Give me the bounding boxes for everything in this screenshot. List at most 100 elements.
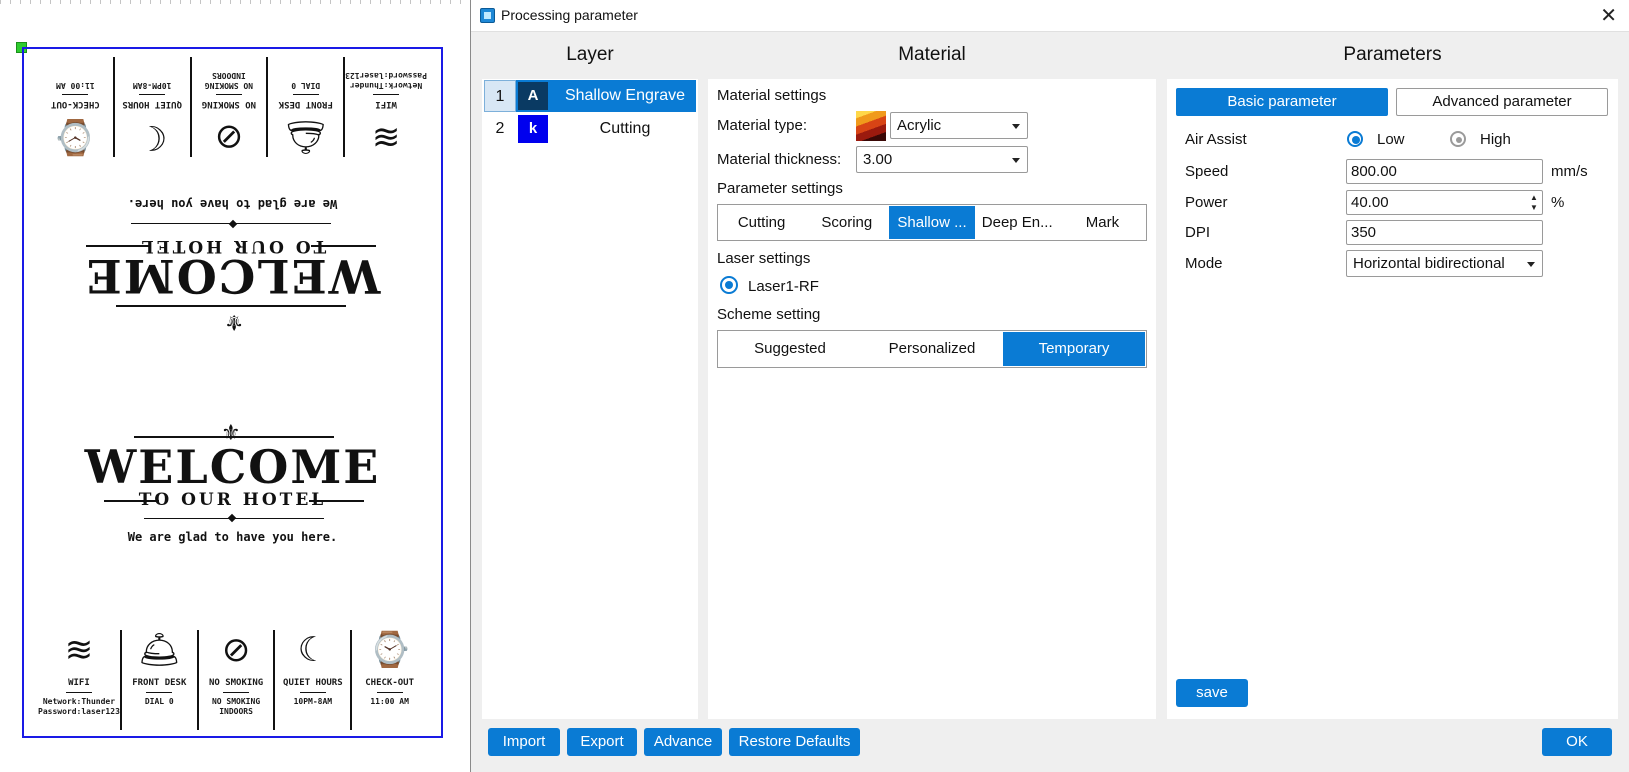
ornament-line: [134, 436, 334, 438]
layer-list: 1 A Shallow Engrave 2 k Cutting: [482, 79, 698, 719]
export-button[interactable]: Export: [567, 728, 637, 756]
power-input[interactable]: 40.00 ▲ ▼: [1346, 190, 1543, 215]
door-clock-icon: ⌚: [368, 631, 411, 669]
layer-name: Cutting: [599, 120, 651, 137]
air-assist-low-label: Low: [1377, 131, 1405, 148]
tab-shallow-engrave[interactable]: Shallow ...: [889, 206, 975, 239]
spin-up-icon[interactable]: ▲: [1530, 193, 1539, 202]
info-detail: Network:Thunder: [349, 81, 423, 90]
layer-number: 1: [484, 80, 516, 112]
layer-number: 2: [495, 120, 505, 137]
info-cell: ⌚ CHECK-OUT 11:00 AM: [352, 630, 427, 730]
ornament-icon: ⚜: [224, 310, 244, 335]
title-bar[interactable]: Processing parameter ✕: [471, 0, 1629, 32]
top-ruler: [0, 0, 470, 4]
info-rule: [376, 692, 403, 693]
tab-cutting[interactable]: Cutting: [719, 206, 804, 239]
design-canvas[interactable]: ⚜ WELCOME TO OUR HOTEL We are glad to ha…: [0, 0, 470, 772]
info-detail: 10PM-8AM: [132, 81, 172, 90]
info-cell: ≋ WIFI Network:Thunder Password:laser123: [38, 630, 122, 730]
save-button[interactable]: save: [1176, 679, 1248, 707]
tab-personalized[interactable]: Personalized: [861, 332, 1003, 366]
speed-input[interactable]: 800.00: [1346, 159, 1543, 184]
ornament-dot: [228, 219, 238, 229]
mode-select[interactable]: Horizontal bidirectional: [1346, 250, 1543, 277]
tab-scoring[interactable]: Scoring: [804, 206, 889, 239]
info-rule: [215, 94, 242, 95]
info-detail: NO SMOKING: [204, 81, 254, 90]
material-thickness-select[interactable]: 3.00: [856, 146, 1028, 173]
material-type-select[interactable]: Acrylic: [890, 112, 1028, 139]
chevron-down-icon: [1527, 262, 1535, 267]
layer-name: Shallow Engrave: [564, 87, 686, 104]
material-panel: Material settings Material type: Acrylic…: [708, 79, 1156, 719]
dpi-input[interactable]: 350: [1346, 220, 1543, 245]
chevron-down-icon: [1012, 158, 1020, 163]
basic-parameter-tab[interactable]: Basic parameter: [1176, 88, 1388, 116]
material-heading: Material: [898, 44, 966, 65]
tab-mark[interactable]: Mark: [1060, 206, 1145, 239]
ornament-dot: [227, 513, 237, 523]
chevron-down-icon: [1012, 124, 1020, 129]
close-icon[interactable]: ✕: [1600, 3, 1617, 28]
tab-suggested[interactable]: Suggested: [719, 332, 861, 366]
parameters-panel: Basic parameter Advanced parameter Air A…: [1167, 79, 1618, 719]
door-clock-icon: ⌚: [54, 118, 97, 156]
air-assist-low-radio[interactable]: [1347, 131, 1363, 147]
tab-deep-engrave[interactable]: Deep En...: [975, 206, 1060, 239]
restore-defaults-button[interactable]: Restore Defaults: [729, 728, 860, 756]
processing-parameter-dialog: Processing parameter ✕ Layer Material Pa…: [470, 0, 1629, 772]
speed-label: Speed: [1185, 163, 1229, 180]
welcome-text-mirrored: WELCOME: [84, 249, 381, 303]
spin-down-icon[interactable]: ▼: [1530, 203, 1539, 212]
layer-color-swatch[interactable]: k: [518, 115, 548, 143]
laser1-rf-label: Laser1-RF: [748, 278, 819, 295]
layer-row-shallow-engrave[interactable]: 1 A Shallow Engrave: [484, 80, 696, 112]
parameter-preset-tabs: Cutting Scoring Shallow ... Deep En... M…: [717, 204, 1147, 241]
power-unit: %: [1551, 194, 1565, 211]
scheme-tabs: Suggested Personalized Temporary: [717, 330, 1147, 368]
info-label: CHECK-OUT: [365, 678, 415, 688]
air-assist-label: Air Assist: [1185, 131, 1247, 148]
info-detail: Password:laser123: [38, 707, 120, 716]
artboard[interactable]: ⚜ WELCOME TO OUR HOTEL We are glad to ha…: [22, 47, 443, 738]
glad-text: We are glad to have you here.: [127, 530, 338, 544]
info-rule: [139, 94, 166, 95]
info-rule: [299, 692, 326, 693]
laser1-rf-radio[interactable]: [720, 276, 738, 294]
moon-icon: ☾: [297, 631, 329, 669]
layer-color-swatch[interactable]: A: [518, 82, 548, 110]
window-title: Processing parameter: [501, 7, 638, 23]
advanced-parameter-tab[interactable]: Advanced parameter: [1396, 88, 1608, 116]
info-detail: 11:00 AM: [370, 697, 409, 706]
advance-button[interactable]: Advance: [644, 728, 722, 756]
ornament-line: [309, 500, 364, 502]
info-detail: NO SMOKING: [211, 697, 261, 706]
info-rule: [223, 692, 250, 693]
tab-temporary[interactable]: Temporary: [1003, 332, 1145, 366]
air-assist-high-radio[interactable]: [1450, 131, 1466, 147]
info-cell: ≋ WIFI Network:Thunder Password:laser123: [343, 57, 427, 157]
info-rule: [373, 94, 400, 95]
bell-icon: 🛎: [284, 118, 328, 156]
layer-row-cutting[interactable]: 2 k Cutting: [484, 113, 696, 145]
material-thickness-value: 3.00: [863, 151, 893, 168]
scheme-setting-heading: Scheme setting: [717, 306, 821, 323]
info-rule: [292, 94, 319, 95]
subtitle-text: TO OUR HOTEL: [138, 490, 327, 510]
import-button[interactable]: Import: [488, 728, 560, 756]
info-cell: ☾ QUIET HOURS 10PM-8AM: [112, 57, 190, 157]
info-detail: INDOORS: [212, 71, 246, 80]
material-settings-heading: Material settings: [717, 87, 827, 104]
app-logo-icon: [480, 8, 495, 23]
material-type-value: Acrylic: [897, 117, 942, 134]
no-smoking-icon: ⊘: [221, 631, 251, 669]
moon-icon: ☾: [136, 118, 168, 156]
ok-button[interactable]: OK: [1542, 728, 1612, 756]
info-rule: [65, 692, 92, 693]
info-cell: ☾ QUIET HOURS 10PM-8AM: [275, 630, 353, 730]
glad-text-mirrored: We are glad to have you here.: [127, 197, 338, 211]
info-row-mirrored: ≋ WIFI Network:Thunder Password:laser123…: [38, 57, 427, 157]
ornament-line: [86, 245, 151, 247]
dpi-label: DPI: [1185, 224, 1211, 241]
